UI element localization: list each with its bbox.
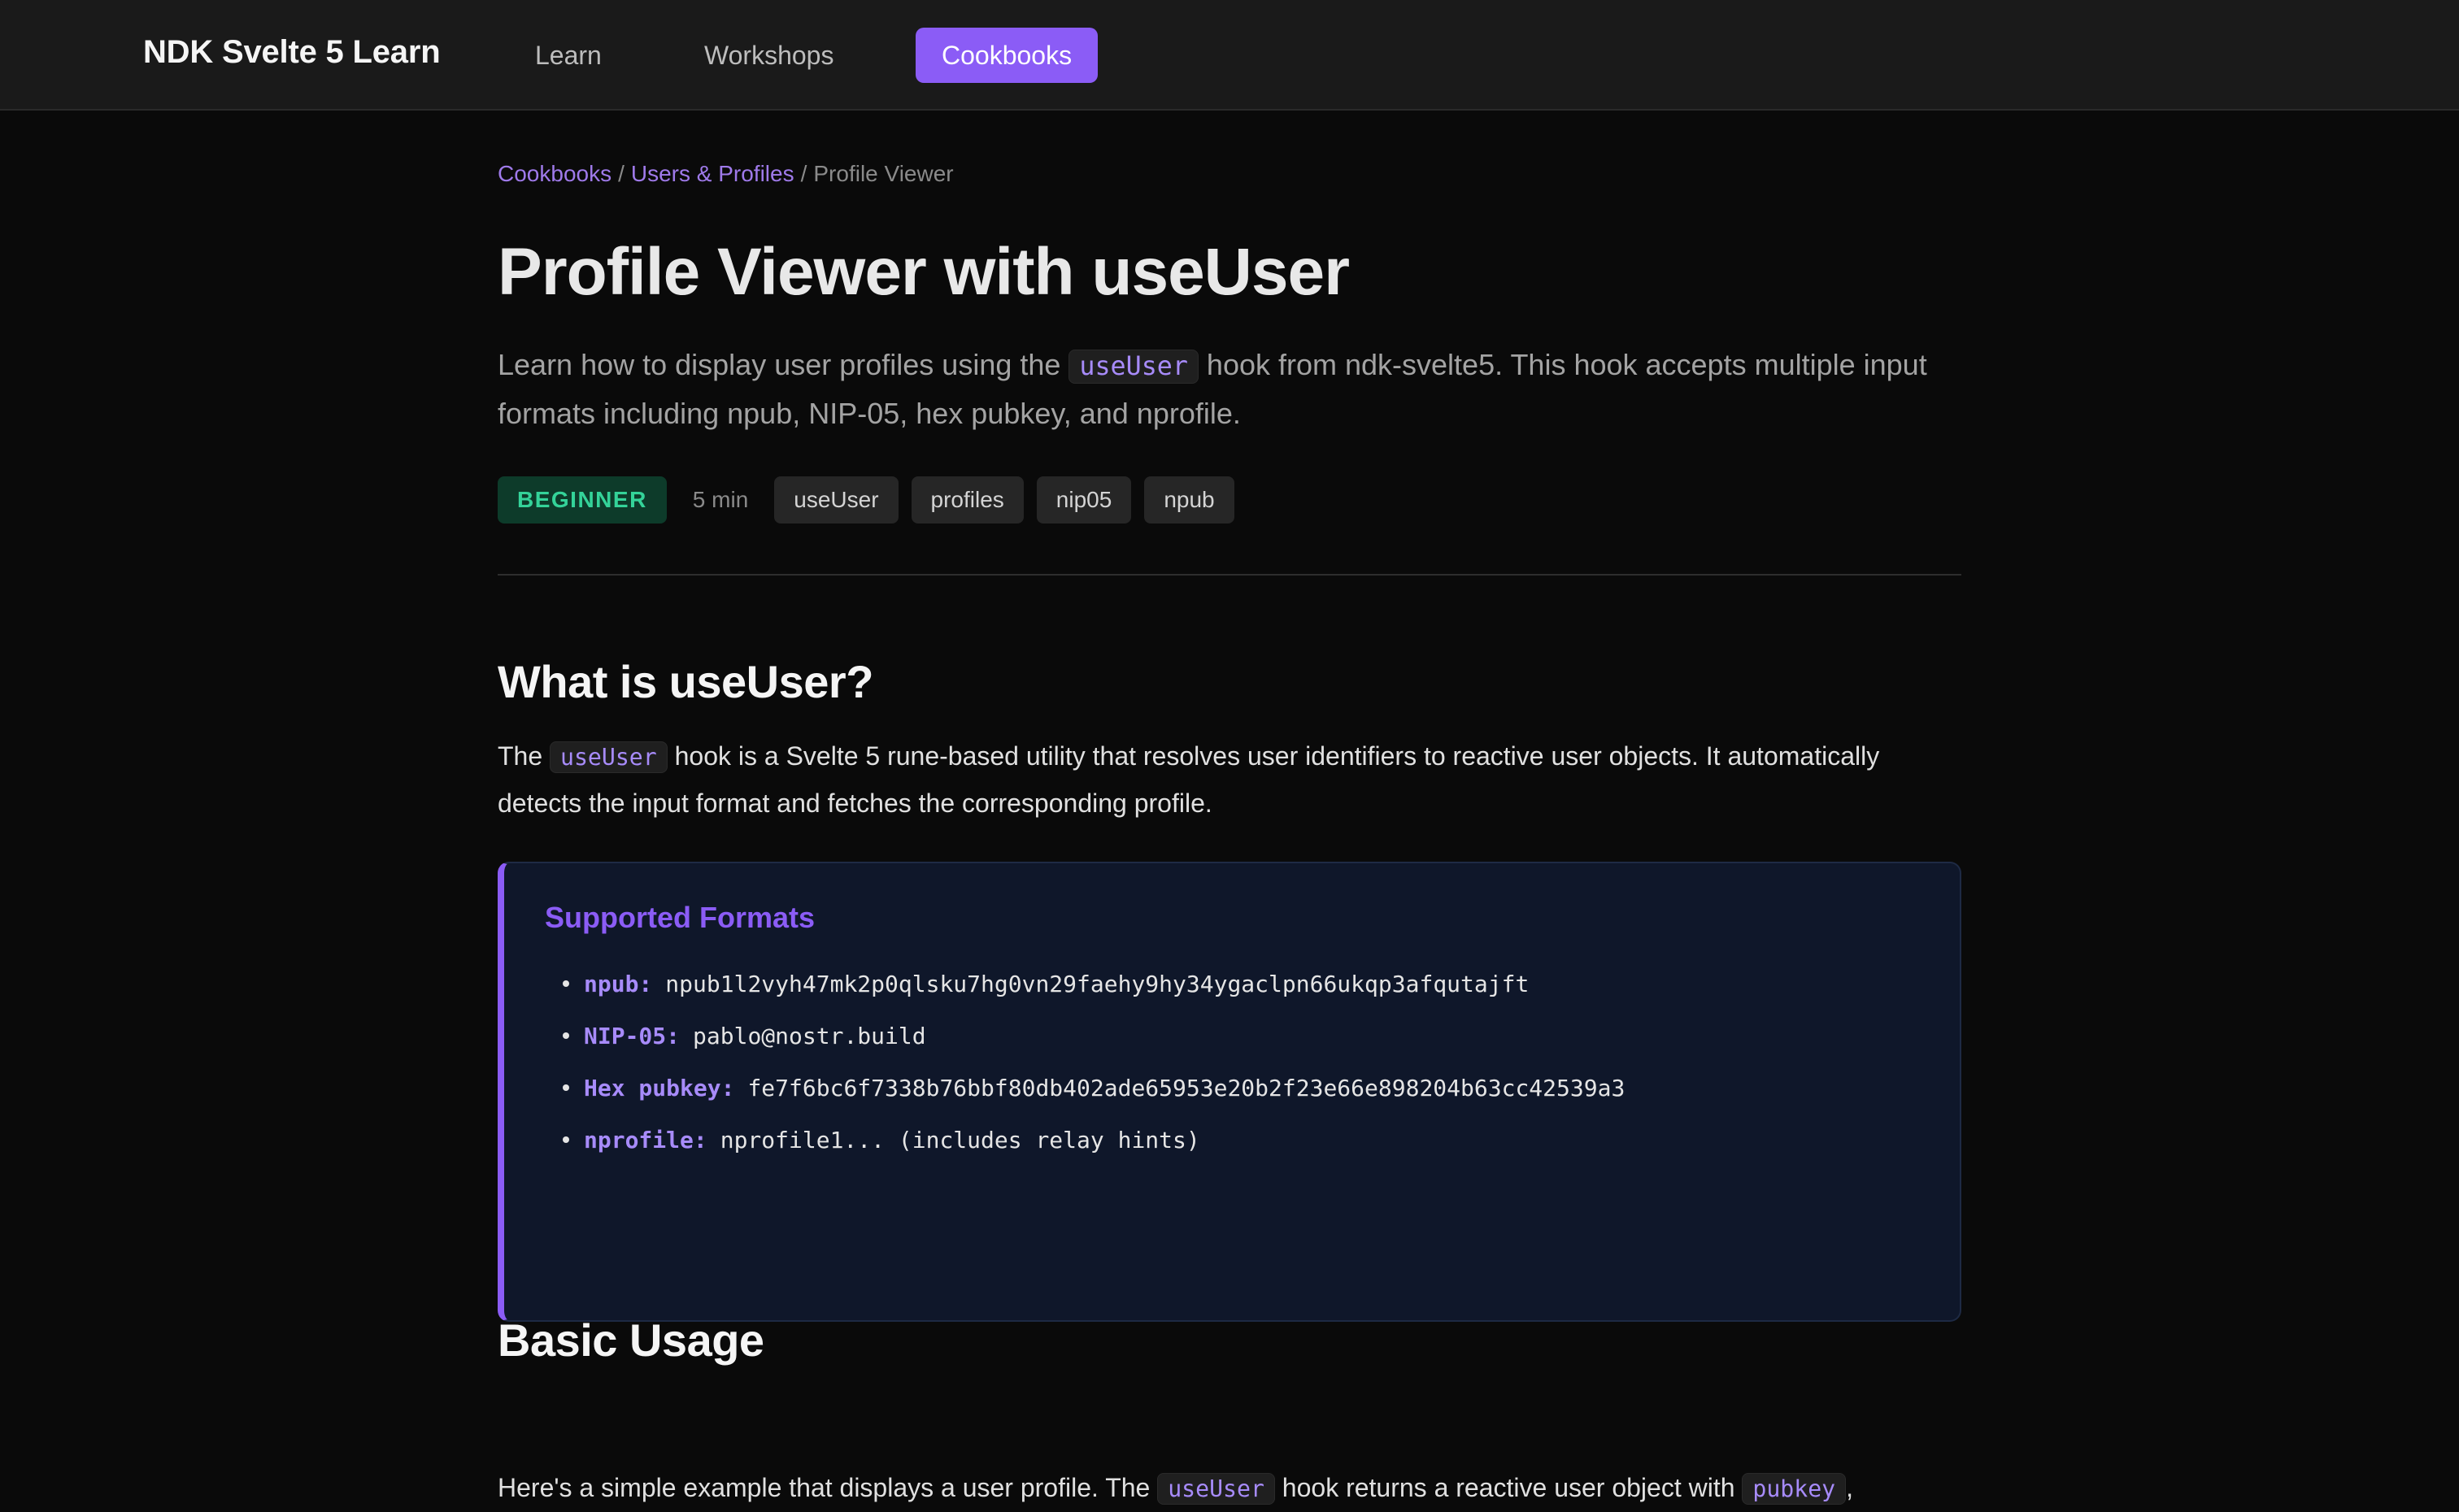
format-value: fe7f6bc6f7338b76bbf80db402ade65953e20b2f…: [747, 1074, 1626, 1101]
section-basic-usage-text: Here's a simple example that displays a …: [498, 1465, 1961, 1512]
sec2-code-useuser: useUser: [1157, 1473, 1275, 1505]
format-list: npub: npub1l2vyh47mk2p0qlsku7hg0vn29faeh…: [545, 958, 1919, 1166]
format-label: nprofile:: [584, 1126, 707, 1154]
duration-label: 5 min: [692, 487, 749, 512]
nav-learn[interactable]: Learn: [509, 28, 628, 83]
breadcrumb-users-profiles[interactable]: Users & Profiles: [631, 161, 794, 186]
section-what-is-useuser-title: What is useUser?: [498, 656, 873, 707]
breadcrumb-separator: /: [800, 161, 807, 186]
sec2-text-middle: hook returns a reactive user object with: [1282, 1473, 1735, 1502]
tag-profiles[interactable]: profiles: [911, 476, 1024, 524]
bullet-icon: [563, 1032, 569, 1039]
section-divider: [498, 574, 1961, 576]
breadcrumb-current: Profile Viewer: [813, 161, 954, 186]
nav-cookbooks[interactable]: Cookbooks: [916, 28, 1099, 83]
bullet-icon: [563, 1136, 569, 1143]
nav-workshops[interactable]: Workshops: [678, 28, 860, 83]
sec2-text-after: ,: [1846, 1473, 1854, 1502]
breadcrumb-cookbooks[interactable]: Cookbooks: [498, 161, 611, 186]
format-item-npub: npub: npub1l2vyh47mk2p0qlsku7hg0vn29faeh…: [545, 958, 1919, 1010]
bullet-icon: [563, 980, 569, 987]
format-value: nprofile1... (includes relay hints): [720, 1126, 1200, 1154]
section-what-is-useuser-text: The useUser hook is a Svelte 5 rune-base…: [498, 733, 1961, 826]
lead-code-useuser: useUser: [1068, 350, 1199, 384]
format-item-nip05: NIP-05: pablo@nostr.build: [545, 1010, 1919, 1062]
tag-nip05[interactable]: nip05: [1036, 476, 1132, 524]
lead-text-before: Learn how to display user profiles using…: [498, 348, 1061, 381]
level-badge: BEGINNER: [498, 476, 667, 524]
page-title: Profile Viewer with useUser: [498, 235, 1350, 309]
format-label: Hex pubkey:: [584, 1074, 735, 1101]
breadcrumb-separator: /: [618, 161, 625, 186]
brand-logo[interactable]: NDK Svelte 5 Learn: [143, 34, 441, 71]
supported-formats-callout: Supported Formats npub: npub1l2vyh47mk2p…: [498, 862, 1961, 1322]
section-basic-usage-title: Basic Usage: [498, 1314, 764, 1366]
tag-useuser[interactable]: useUser: [774, 476, 899, 524]
sec1-text-after: hook is a Svelte 5 rune-based utility th…: [498, 741, 1880, 818]
sec1-text-before: The: [498, 741, 543, 771]
callout-title: Supported Formats: [545, 901, 816, 934]
top-navigation: NDK Svelte 5 Learn Learn Workshops Cookb…: [0, 0, 2459, 111]
format-label: NIP-05:: [584, 1022, 681, 1049]
breadcrumb: Cookbooks / Users & Profiles / Profile Viewe…: [498, 161, 954, 187]
page-lead: Learn how to display user profiles using…: [498, 341, 1961, 437]
sec2-code-pubkey: pubkey: [1742, 1473, 1847, 1505]
sec1-code-useuser: useUser: [550, 741, 668, 773]
format-value: npub1l2vyh47mk2p0qlsku7hg0vn29faehy9hy34…: [665, 970, 1530, 997]
tag-npub[interactable]: npub: [1144, 476, 1234, 524]
sec2-text-before: Here's a simple example that displays a …: [498, 1473, 1151, 1502]
meta-row: BEGINNER 5 min useUser profiles nip05 np…: [498, 476, 1234, 524]
format-label: npub:: [584, 970, 653, 997]
format-value: pablo@nostr.build: [693, 1022, 926, 1049]
bullet-icon: [563, 1084, 569, 1091]
format-item-hex-pubkey: Hex pubkey: fe7f6bc6f7338b76bbf80db402ad…: [545, 1062, 1919, 1114]
format-item-nprofile: nprofile: nprofile1... (includes relay h…: [545, 1114, 1919, 1166]
